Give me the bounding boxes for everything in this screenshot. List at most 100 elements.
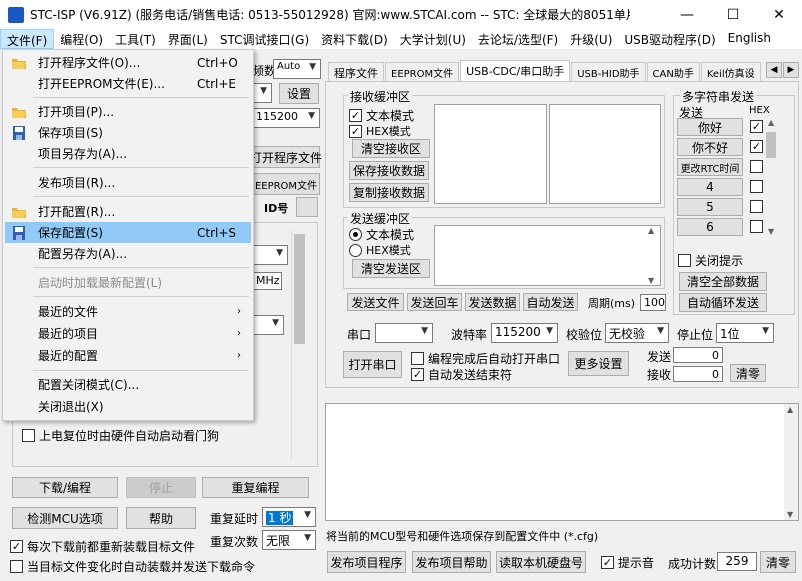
id-button[interactable] bbox=[296, 197, 318, 217]
clear-send-button[interactable]: 清空发送区 bbox=[352, 259, 430, 278]
reload-checkbox[interactable]: ✓ 每次下载前都重新装载目标文件 bbox=[10, 538, 195, 555]
tab-keil[interactable]: Keil仿真设 bbox=[700, 62, 761, 82]
option-select-1[interactable]: ▼ bbox=[252, 245, 288, 265]
retry-delay-select[interactable]: 1 秒 ▼ bbox=[262, 507, 316, 527]
menu-university[interactable]: 大学计划(U) bbox=[394, 29, 472, 49]
clear-all-button[interactable]: 清空全部数据 bbox=[679, 272, 767, 291]
period-input[interactable]: 100 bbox=[640, 294, 666, 311]
auto-end-char-checkbox[interactable]: ✓ 自动发送结束符 bbox=[411, 366, 512, 383]
clear-success-button[interactable]: 清零 bbox=[760, 551, 796, 573]
multi-send-button-3[interactable]: 更改RTC时间 bbox=[677, 158, 743, 176]
menu-item-recent-projects[interactable]: 最近的项目 › bbox=[5, 323, 251, 344]
scrollbar-thumb[interactable] bbox=[294, 234, 305, 344]
send-scroll-up[interactable]: ▲ bbox=[648, 226, 654, 235]
multi-send-button-2[interactable]: 你不好 bbox=[677, 138, 743, 156]
menu-item-exit[interactable]: 关闭退出(X) bbox=[5, 396, 251, 417]
menu-item-recent-configs[interactable]: 最近的配置 › bbox=[5, 345, 251, 366]
menu-item-save-config[interactable]: 保存配置(S) Ctrl+S bbox=[5, 222, 251, 243]
auto-send-button[interactable]: 自动发送 bbox=[523, 293, 578, 311]
menu-program[interactable]: 编程(O) bbox=[54, 29, 109, 49]
tab-usb-cdc[interactable]: USB-CDC/串口助手 bbox=[460, 60, 571, 82]
minimize-button[interactable]: — bbox=[664, 0, 710, 29]
tab-scroll-left[interactable]: ◀ bbox=[766, 62, 782, 78]
menu-item-save-config-as[interactable]: 配置另存为(A)... bbox=[5, 243, 251, 264]
multi-send-button-4[interactable]: 4 bbox=[677, 178, 743, 196]
menu-debug[interactable]: STC调试接口(G) bbox=[214, 29, 315, 49]
send-text-mode-radio[interactable]: 文本模式 bbox=[349, 226, 414, 243]
clear-receive-button[interactable]: 清空接收区 bbox=[352, 139, 430, 158]
menu-item-open-program[interactable]: 打开程序文件(O)... Ctrl+O bbox=[5, 52, 251, 73]
open-eeprom-button[interactable]: EEPROM文件 bbox=[252, 173, 320, 195]
clear-count-button[interactable]: 清零 bbox=[730, 364, 766, 382]
tab-usb-hid[interactable]: USB-HID助手 bbox=[571, 62, 646, 82]
menu-item-open-project[interactable]: 打开项目(P)... bbox=[5, 101, 251, 122]
multi-send-button-6[interactable]: 6 bbox=[677, 218, 743, 236]
close-hint-checkbox[interactable]: 关闭提示 bbox=[678, 252, 743, 269]
send-text-area[interactable] bbox=[434, 225, 661, 286]
left-select-stub[interactable]: ▼ bbox=[252, 83, 272, 103]
menu-item-save-project[interactable]: 保存项目(S) bbox=[5, 122, 251, 143]
menu-upgrade[interactable]: 升级(U) bbox=[564, 29, 618, 49]
menu-item-save-project-as[interactable]: 项目另存为(A)... bbox=[5, 143, 251, 164]
auto-loop-button[interactable]: 自动循环发送 bbox=[679, 293, 767, 312]
auto-open-serial-checkbox[interactable]: 编程完成后自动打开串口 bbox=[411, 350, 560, 367]
multi-send-button-1[interactable]: 你好 bbox=[677, 118, 743, 136]
multi-scrollbar[interactable] bbox=[765, 118, 779, 238]
send-file-button[interactable]: 发送文件 bbox=[347, 293, 404, 311]
menu-item-close-mode[interactable]: 配置关闭模式(C)... bbox=[5, 374, 251, 395]
check-mcu-button[interactable]: 检测MCU选项 bbox=[12, 507, 118, 529]
download-button[interactable]: 下载/编程 bbox=[12, 477, 118, 498]
auto-select[interactable]: Auto ▼ bbox=[273, 59, 321, 79]
receive-text-area[interactable] bbox=[434, 104, 547, 204]
beep-checkbox[interactable]: ✓ 提示音 bbox=[601, 554, 654, 571]
multi-scroll-up[interactable]: ▲ bbox=[768, 118, 774, 127]
publish-program-button[interactable]: 发布项目程序 bbox=[327, 551, 406, 573]
tab-scroll-right[interactable]: ▶ bbox=[783, 62, 799, 78]
stop-button[interactable]: 停止 bbox=[126, 477, 196, 498]
menu-docs[interactable]: 资料下载(D) bbox=[315, 29, 394, 49]
menu-item-recent-files[interactable]: 最近的文件 › bbox=[5, 301, 251, 322]
output-scroll-up[interactable]: ▲ bbox=[787, 405, 793, 414]
retry-count-select[interactable]: 无限 ▼ bbox=[262, 530, 316, 550]
menu-item-open-eeprom[interactable]: 打开EEPROM文件(E)... Ctrl+E bbox=[5, 73, 251, 94]
send-data-button[interactable]: 发送数据 bbox=[465, 293, 520, 311]
scrollbar-thumb[interactable] bbox=[766, 132, 776, 158]
close-button[interactable]: ✕ bbox=[756, 0, 802, 29]
help-button[interactable]: 帮助 bbox=[126, 507, 196, 529]
output-scrollbar[interactable] bbox=[784, 404, 798, 520]
more-settings-button[interactable]: 更多设置 bbox=[568, 351, 629, 376]
port-select[interactable]: ▼ bbox=[375, 323, 433, 343]
send-hex-mode-radio[interactable]: HEX模式 bbox=[349, 242, 411, 258]
receive-hex-area[interactable] bbox=[549, 104, 661, 204]
open-program-button[interactable]: 打开程序文件 bbox=[250, 146, 322, 168]
output-scroll-down[interactable]: ▼ bbox=[787, 510, 793, 519]
copy-receive-button[interactable]: 复制接收数据 bbox=[349, 183, 429, 202]
menu-forum[interactable]: 去论坛/选型(F) bbox=[472, 29, 564, 49]
menu-item-publish-project[interactable]: 发布项目(R)... bbox=[5, 172, 251, 193]
output-log-area[interactable] bbox=[325, 403, 799, 521]
watchdog-checkbox[interactable]: 上电复位时由硬件自动启动看门狗 bbox=[22, 427, 219, 444]
multi-scroll-down[interactable]: ▼ bbox=[768, 227, 774, 236]
menu-item-open-config[interactable]: 打开配置(R)... bbox=[5, 201, 251, 222]
option-select-2[interactable]: ▼ bbox=[252, 315, 284, 335]
menu-usb-driver[interactable]: USB驱动程序(D) bbox=[618, 29, 721, 49]
recv-text-mode-checkbox[interactable]: ✓ 文本模式 bbox=[349, 107, 414, 124]
settings-button[interactable]: 设置 bbox=[279, 83, 319, 104]
baud-select[interactable]: 115200 ▼ bbox=[491, 323, 558, 343]
menu-item-load-latest-config[interactable]: 启动时加载最新配置(L) bbox=[5, 272, 251, 293]
read-disk-button[interactable]: 读取本机硬盘号 bbox=[496, 551, 586, 573]
stop-bits-select[interactable]: 1位 ▼ bbox=[716, 323, 774, 343]
baud-select-left[interactable]: 115200 ▼ bbox=[252, 108, 320, 128]
save-receive-button[interactable]: 保存接收数据 bbox=[349, 161, 429, 180]
maximize-button[interactable]: ☐ bbox=[710, 0, 756, 29]
reprogram-button[interactable]: 重复编程 bbox=[202, 477, 309, 498]
multi-send-button-5[interactable]: 5 bbox=[677, 198, 743, 216]
publish-help-button[interactable]: 发布项目帮助 bbox=[412, 551, 491, 573]
send-return-button[interactable]: 发送回车 bbox=[407, 293, 462, 311]
parity-select[interactable]: 无校验 ▼ bbox=[605, 323, 669, 343]
open-serial-button[interactable]: 打开串口 bbox=[343, 351, 402, 378]
mhz-field[interactable]: MHz bbox=[252, 272, 282, 290]
menu-tools[interactable]: 工具(T) bbox=[109, 29, 162, 49]
recv-hex-mode-checkbox[interactable]: ✓ HEX模式 bbox=[349, 123, 411, 139]
send-scroll-down[interactable]: ▼ bbox=[648, 276, 654, 285]
